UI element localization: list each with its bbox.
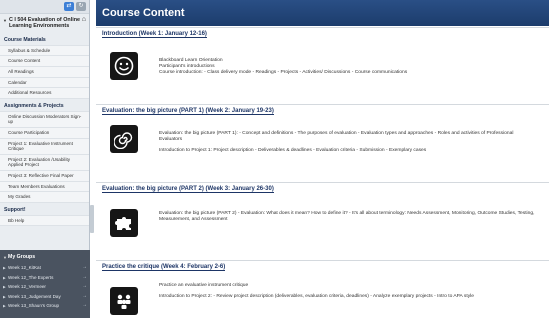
content-item-week-3: Evaluation: the big picture (PART 2) (We…	[96, 182, 549, 254]
sidebar-item-course-content[interactable]: Course Content	[0, 56, 89, 67]
content-item-description: Blackboard Learn Orientation Participant…	[159, 58, 408, 75]
sidebar-item-project-1[interactable]: Project 1: Evaluative Instrument Critiqu…	[0, 138, 89, 155]
main-content: Course Content Introduction (Week 1: Jan…	[96, 0, 549, 318]
sidebar-item-all-readings[interactable]: All Readings	[0, 67, 89, 78]
content-item-title-link[interactable]: Evaluation: the big picture (PART 2) (We…	[102, 186, 274, 193]
sidebar-item-project-3[interactable]: Project 3: Reflective Final Paper	[0, 170, 89, 182]
expand-triangle-icon: ▶	[3, 294, 6, 299]
group-item[interactable]: ▶ Week 12_Vermeer →	[0, 282, 90, 292]
content-item-title-link[interactable]: Practice the critique (Week 4: February …	[102, 264, 226, 271]
collapse-triangle-icon: ▼	[3, 255, 7, 260]
sidebar-item-project-2[interactable]: Project 2: Evaluation /Usability Applied…	[0, 154, 89, 171]
section-course-materials: Course Materials	[4, 36, 46, 43]
my-groups-header[interactable]: ▼ My Groups	[0, 250, 90, 263]
puzzle-piece-icon	[110, 209, 138, 237]
arrow-right-icon[interactable]: →	[82, 293, 87, 300]
content-item-week-4: Practice the critique (Week 4: February …	[96, 260, 549, 318]
expand-triangle-icon: ▶	[3, 266, 6, 270]
sidebar-item-bb-help[interactable]: Bb Help	[0, 214, 89, 227]
group-item[interactable]: ▶ Week 13_Shaun's Group →	[0, 301, 90, 311]
my-groups-panel: ▼ My Groups ▶ Week 12_KitKat → ▶ Week 12_Th…	[0, 250, 90, 318]
expand-triangle-icon: ▶	[3, 304, 6, 309]
nautilus-shell-icon	[110, 125, 138, 153]
content-item-title-link[interactable]: Evaluation: the big picture (PART 1) (We…	[102, 108, 274, 115]
expand-triangle-icon: ▶	[3, 285, 6, 290]
sidebar-item-discussion-signup[interactable]: Online Discussion Moderators Sign-up	[0, 110, 89, 128]
section-support: Support!	[4, 206, 26, 213]
collapse-triangle-icon[interactable]: ▼	[3, 18, 7, 24]
people-group-icon	[110, 287, 138, 315]
course-title[interactable]: ▼ C I 504 Evaluation of Online Learning …	[0, 14, 89, 33]
sidebar-toolbar: ⇄ ↻	[0, 0, 89, 14]
arrow-right-icon[interactable]: →	[82, 274, 87, 281]
arrow-right-icon[interactable]: →	[82, 303, 87, 309]
page-header: Course Content	[96, 0, 549, 26]
page-title: Course Content	[102, 7, 185, 19]
arrow-right-icon[interactable]: →	[82, 284, 87, 290]
content-item-description: Practice an evaluative instrument critiq…	[159, 283, 474, 299]
sidebar-item-calendar[interactable]: Calendar	[0, 77, 89, 89]
sidebar-item-my-grades[interactable]: My Grades	[0, 192, 89, 203]
section-assignments-projects: Assignments & Projects	[4, 102, 64, 109]
home-icon[interactable]: ⌂	[82, 16, 86, 23]
content-item-description: Evaluation: the big picture (PART 1): - …	[159, 131, 514, 153]
group-item[interactable]: ▶ Week 12_The Experts →	[0, 273, 90, 283]
content-item-week-1: Introduction (Week 1: January 12-16) Bla…	[96, 27, 549, 102]
arrow-right-icon[interactable]: →	[82, 264, 87, 271]
sidebar-item-team-evaluations[interactable]: Team Members Evaluations	[0, 181, 89, 193]
content-item-title-link[interactable]: Introduction (Week 1: January 12-16)	[102, 31, 207, 38]
content-item-description: Evaluation: the big picture (PART 2) - E…	[159, 211, 535, 222]
group-item[interactable]: ▶ Week 13_Judgement Day →	[0, 292, 90, 302]
sidebar-settings-icon[interactable]: ⇄	[64, 2, 74, 11]
sidebar-item-course-participation[interactable]: Course Participation	[0, 127, 89, 139]
sidebar-item-additional-resources[interactable]: Additional Resources	[0, 88, 89, 99]
smiley-icon	[110, 52, 138, 80]
content-item-week-2: Evaluation: the big picture (PART 1) (We…	[96, 104, 549, 180]
sidebar-refresh-icon[interactable]: ↻	[76, 2, 86, 11]
sidebar-collapse-handle[interactable]	[90, 205, 94, 233]
sidebar-item-syllabus[interactable]: Syllabus & Schedule	[0, 44, 89, 57]
group-item[interactable]: ▶ Week 12_KitKat →	[0, 263, 90, 273]
expand-triangle-icon: ▶	[3, 275, 6, 280]
